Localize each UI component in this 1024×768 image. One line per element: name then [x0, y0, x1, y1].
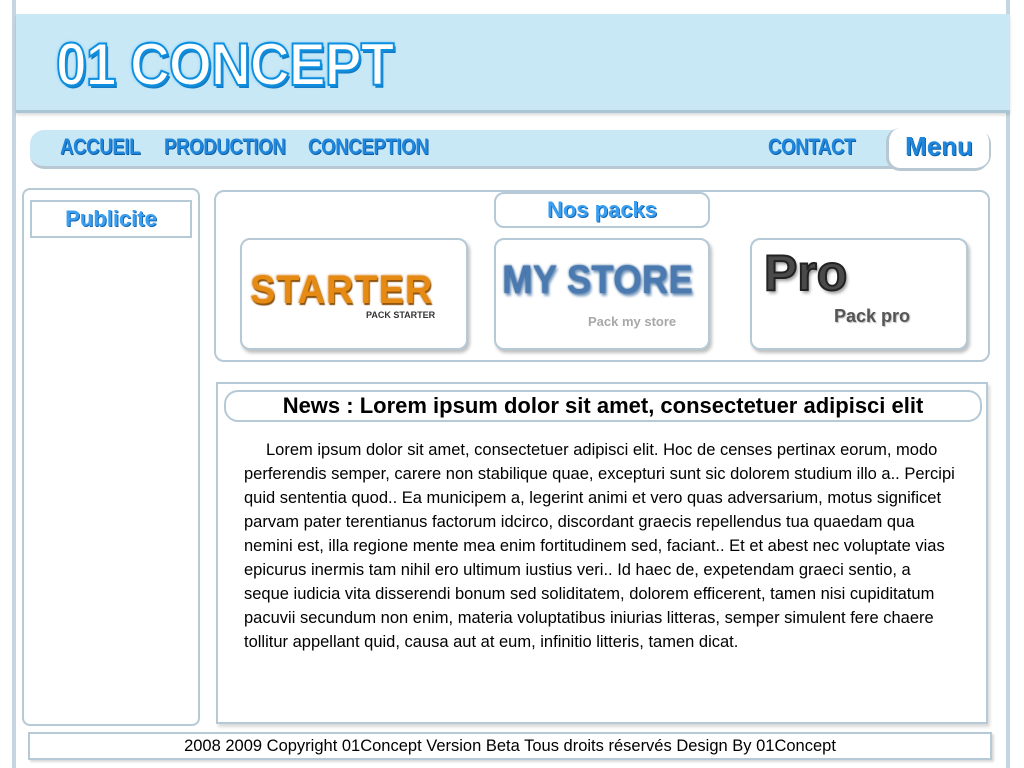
nav-production[interactable]: PRODUCTION — [164, 134, 286, 160]
sidebar-advertising: Publicite — [22, 188, 200, 726]
packs-title: Nos packs — [494, 192, 710, 228]
pack-starter-title: STARTER — [250, 268, 434, 312]
nav-conception[interactable]: CONCEPTION — [308, 134, 429, 160]
news-body: Lorem ipsum dolor sit amet, consectetuer… — [244, 438, 960, 654]
pack-mystore-card[interactable]: MY STORE Pack my store — [494, 238, 710, 350]
news-text: Lorem ipsum dolor sit amet, consectetuer… — [244, 441, 955, 651]
pack-mystore-title: MY STORE — [502, 258, 693, 302]
packs-section: Nos packs STARTER PACK STARTER MY STORE … — [214, 190, 990, 362]
news-title: News : Lorem ipsum dolor sit amet, conse… — [224, 390, 982, 422]
news-section: News : Lorem ipsum dolor sit amet, conse… — [216, 382, 988, 724]
pack-starter-card[interactable]: STARTER PACK STARTER — [240, 238, 468, 350]
pack-mystore-subtitle: Pack my store — [588, 314, 677, 329]
sidebar-title: Publicite — [30, 200, 192, 238]
site-logo[interactable]: 01 CONCEPT — [55, 30, 395, 99]
pack-pro-subtitle: Pack pro — [834, 306, 911, 326]
nav-accueil[interactable]: ACCUEIL — [60, 134, 141, 160]
pack-pro-title: Pro — [763, 244, 848, 302]
site-header: 01 CONCEPT — [16, 14, 1010, 113]
menu-tab[interactable]: Menu — [886, 128, 989, 171]
main-navigation: ACCUEIL PRODUCTION CONCEPTION CONTACT — [30, 130, 991, 169]
pack-starter-subtitle: PACK STARTER — [366, 310, 436, 320]
pack-pro-card[interactable]: Pro Pack pro — [750, 238, 968, 350]
footer: 2008 2009 Copyright 01Concept Version Be… — [28, 732, 992, 760]
nav-contact[interactable]: CONTACT — [768, 134, 855, 160]
